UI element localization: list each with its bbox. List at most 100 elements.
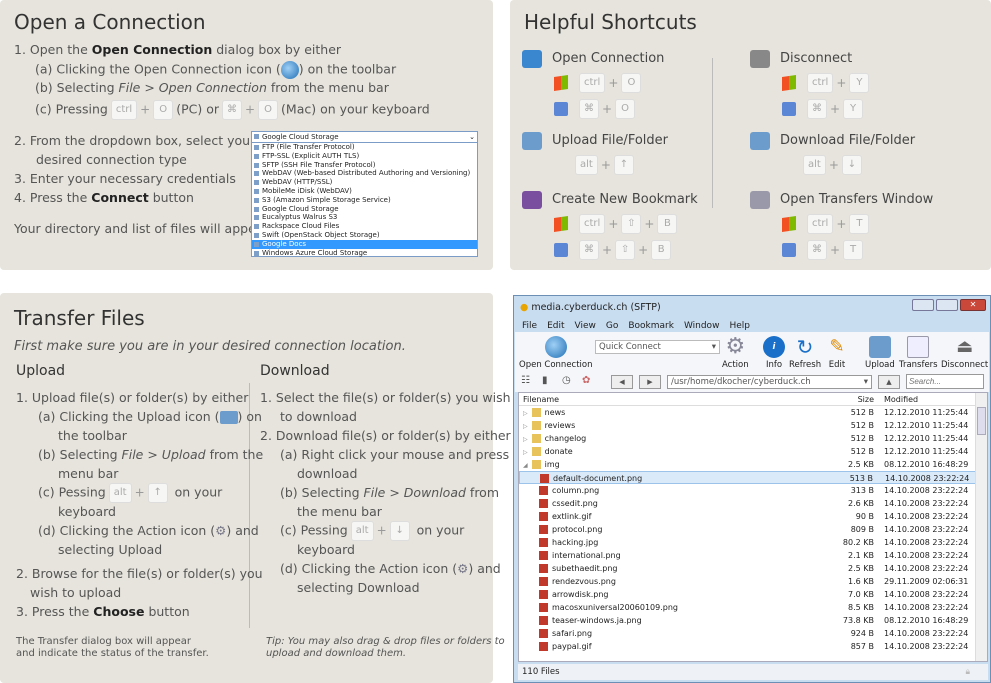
edit-button[interactable]: ✎ Edit: [826, 336, 848, 370]
transfers-icon: [907, 336, 930, 358]
column-modified[interactable]: Modified: [884, 393, 918, 406]
back-button[interactable]: ◀: [611, 375, 633, 389]
file-size: 857 B: [850, 642, 874, 651]
bonjour-icon[interactable]: ✿: [582, 375, 590, 386]
file-row[interactable]: international.png 2.1 KB 14.10.2008 23:22:…: [519, 549, 987, 562]
file-row[interactable]: ▷ donate 512 B 12.12.2010 11:25:44: [519, 445, 987, 458]
file-row[interactable]: cssedit.png 2.6 KB 14.10.2008 23:22:24: [519, 497, 987, 510]
key: ctrl: [579, 213, 606, 234]
file-row[interactable]: teaser-windows.ja.png 73.8 KB 08.12.2010 1…: [519, 614, 987, 627]
dropdown-option[interactable]: WebDAV (Web-based Distributed Authoring …: [252, 169, 477, 178]
parent-directory-button[interactable]: ▲: [878, 375, 900, 389]
eject-icon: ⏏: [956, 336, 974, 357]
menu-bookmark[interactable]: Bookmark: [628, 321, 674, 331]
key-down: ↓: [389, 521, 410, 541]
dropdown-option[interactable]: Google Docs: [252, 239, 477, 249]
upload-step: 2. Browse for the file(s) or folder(s) y…: [16, 566, 263, 581]
dropdown-option[interactable]: Rackspace Cloud Files: [252, 222, 477, 231]
dropdown-option[interactable]: Google Cloud Storage: [252, 205, 477, 214]
upload-step: (b) Selecting File > Upload from the: [38, 447, 264, 462]
dropdown-option[interactable]: S3 (Amazon Simple Storage Service): [252, 196, 477, 205]
file-row[interactable]: ◢ img 2.5 KB 08.12.2010 16:48:29: [519, 458, 987, 471]
menu-edit[interactable]: Edit: [547, 321, 564, 331]
step-3: 3. Enter your necessary credentials: [14, 171, 236, 186]
info-button[interactable]: i Info: [763, 336, 785, 370]
menu-help[interactable]: Help: [729, 321, 750, 331]
key-o: O: [153, 100, 174, 120]
file-row[interactable]: default-document.png 513 B 14.10.2008 23:2…: [519, 471, 987, 484]
plus-sign: +: [602, 243, 613, 257]
file-modified: 14.10.2008 23:22:24: [884, 590, 969, 599]
dropdown-option[interactable]: Windows Azure Cloud Storage: [252, 249, 477, 258]
refresh-button[interactable]: ↻ Refresh: [789, 336, 821, 370]
disclosure-triangle-icon[interactable]: ▷: [523, 410, 528, 417]
file-list[interactable]: Filename Size Modified ▷ news 512 B 12.12.2…: [518, 392, 988, 662]
file-row[interactable]: paypal.gif 857 B 14.10.2008 23:22:24: [519, 640, 987, 653]
close-button[interactable]: ✕: [960, 299, 986, 311]
connection-type-dropdown[interactable]: Google Cloud Storage ⌄ FTP (File Transfer…: [251, 131, 478, 257]
filename-text: hacking.jpg: [552, 538, 599, 547]
bookmarks-icon[interactable]: ▮: [542, 375, 548, 386]
file-icon: [539, 616, 548, 625]
menu-window[interactable]: Window: [684, 321, 720, 331]
folder-icon: [531, 460, 541, 469]
key: T: [849, 213, 870, 234]
section-title: Open a Connection: [14, 10, 206, 34]
plus-sign: +: [836, 76, 847, 90]
open-connection-button[interactable]: Open Connection: [519, 336, 593, 370]
maximize-button[interactable]: [936, 299, 958, 311]
browser-view-icon[interactable]: ☷: [521, 375, 530, 386]
file-row[interactable]: hacking.jpg 80.2 KB 14.10.2008 23:22:24: [519, 536, 987, 549]
file-row[interactable]: subethaedit.png 2.5 KB 14.10.2008 23:22:24: [519, 562, 987, 575]
disclosure-triangle-icon[interactable]: ▷: [523, 423, 528, 430]
quick-connect-combo[interactable]: Quick Connect ▾: [595, 340, 720, 354]
dropdown-option[interactable]: Eucalyptus Walrus S3: [252, 213, 477, 222]
dropdown-selected[interactable]: Google Cloud Storage ⌄: [252, 132, 477, 143]
action-button[interactable]: ⚙ Action: [722, 336, 749, 371]
file-row[interactable]: arrowdisk.png 7.0 KB 14.10.2008 23:22:24: [519, 588, 987, 601]
dropdown-option[interactable]: SFTP (SSH File Transfer Protocol): [252, 161, 477, 170]
search-input[interactable]: [906, 374, 984, 389]
history-icon[interactable]: ◷: [562, 375, 571, 386]
file-row[interactable]: extlink.gif 90 B 14.10.2008 23:22:24: [519, 510, 987, 523]
file-row[interactable]: safari.png 924 B 14.10.2008 23:22:24: [519, 627, 987, 640]
file-size: 512 B: [850, 421, 874, 430]
scrollbar[interactable]: [975, 393, 987, 661]
menu-view[interactable]: View: [575, 321, 596, 331]
dropdown-option[interactable]: Swift (OpenStack Object Storage): [252, 231, 477, 240]
dropdown-option[interactable]: FTP (File Transfer Protocol): [252, 143, 477, 152]
filename-text: img: [544, 460, 560, 469]
dropdown-option[interactable]: MobileMe iDisk (WebDAV): [252, 187, 477, 196]
disclosure-triangle-icon[interactable]: ◢: [523, 462, 528, 469]
menu-file[interactable]: File: [522, 321, 537, 331]
filename-text: extlink.gif: [552, 512, 592, 521]
menu-go[interactable]: Go: [606, 321, 618, 331]
filename: cssedit.png: [539, 497, 598, 510]
upload-button[interactable]: Upload: [865, 336, 895, 370]
file-row[interactable]: ▷ changelog 512 B 12.12.2010 11:25:44: [519, 432, 987, 445]
file-row[interactable]: ▷ reviews 512 B 12.12.2010 11:25:44: [519, 419, 987, 432]
file-row[interactable]: protocol.png 809 B 14.10.2008 23:22:24: [519, 523, 987, 536]
dropdown-option[interactable]: WebDAV (HTTP/SSL): [252, 178, 477, 187]
column-filename[interactable]: Filename: [523, 393, 559, 406]
filename-text: column.png: [552, 486, 600, 495]
plus-sign: +: [638, 243, 649, 257]
dropdown-option[interactable]: FTP-SSL (Explicit AUTH TLS): [252, 152, 477, 161]
path-select[interactable]: /usr/home/dkocher/cyberduck.ch ▾: [667, 375, 872, 389]
file-row[interactable]: macosxuniversal20060109.png 8.5 KB 14.10.2…: [519, 601, 987, 614]
windows-logo-icon: [554, 215, 568, 232]
disclosure-triangle-icon[interactable]: ▷: [523, 449, 528, 456]
windows-logo-icon: [782, 215, 796, 232]
forward-button[interactable]: ▶: [639, 375, 661, 389]
column-size[interactable]: Size: [858, 393, 874, 406]
shortcut-keys-win: ctrl + T: [782, 213, 872, 234]
filename: rendezvous.png: [539, 575, 616, 588]
minimize-button[interactable]: [912, 299, 934, 311]
disclosure-triangle-icon[interactable]: ▷: [523, 436, 528, 443]
transfers-button[interactable]: Transfers: [899, 336, 938, 370]
file-row[interactable]: rendezvous.png 1.6 KB 29.11.2009 02:06:31: [519, 575, 987, 588]
file-row[interactable]: ▷ news 512 B 12.12.2010 11:25:44: [519, 406, 987, 419]
filename-text: international.png: [552, 551, 621, 560]
file-row[interactable]: column.png 313 B 14.10.2008 23:22:24: [519, 484, 987, 497]
disconnect-button[interactable]: ⏏ Disconnect: [941, 336, 988, 370]
